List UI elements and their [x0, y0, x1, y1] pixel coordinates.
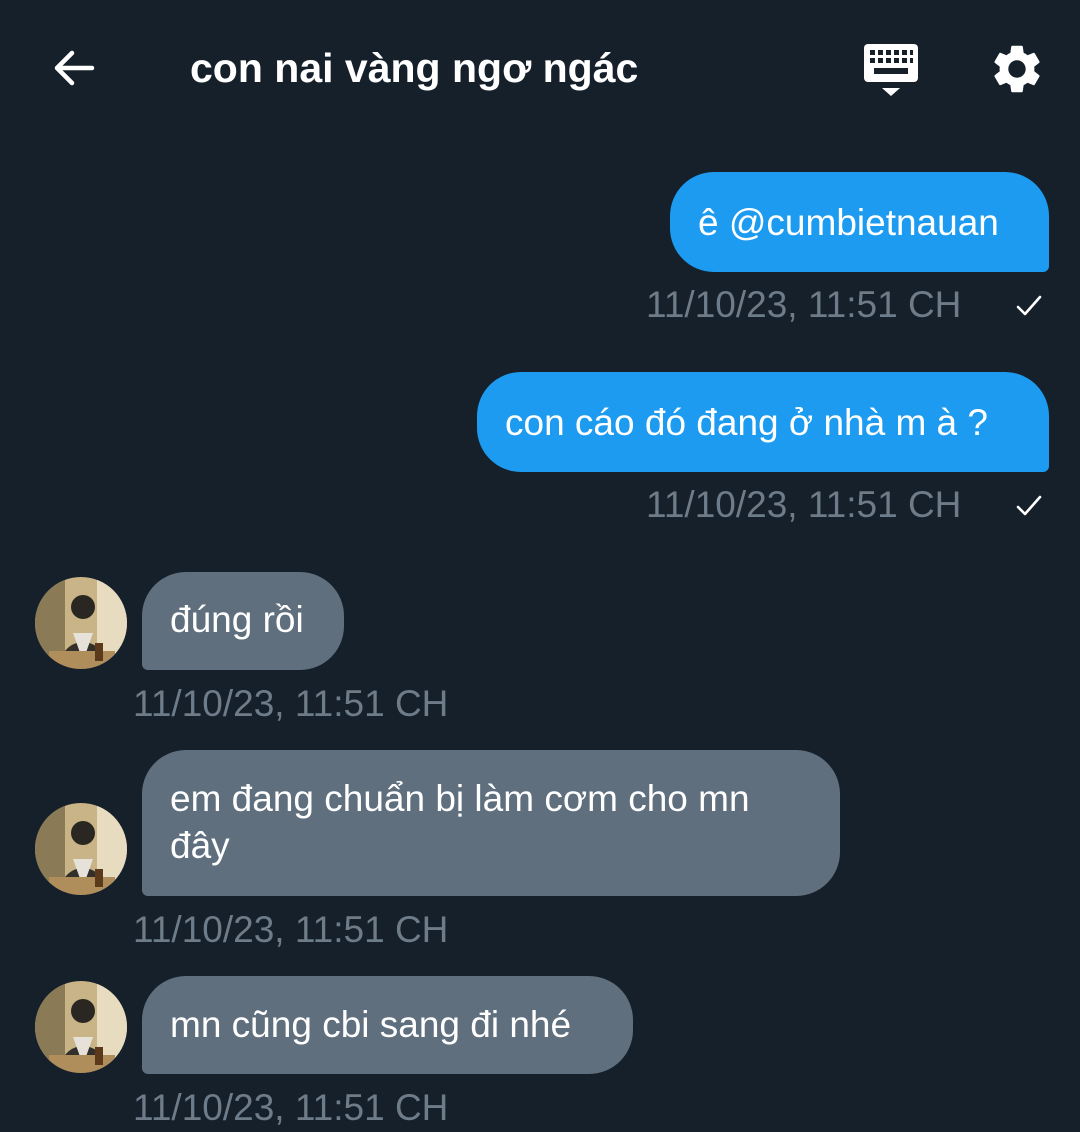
check-icon	[1016, 295, 1042, 316]
message-bubble-outgoing[interactable]: ê @cumbietnauan	[670, 172, 1049, 272]
message-timestamp: 11/10/23, 11:51 CH	[133, 683, 449, 724]
avatar[interactable]	[35, 577, 127, 669]
arrow-left-icon	[54, 50, 95, 86]
message-text-line-1: em đang chuẩn bị làm cơm cho mn	[170, 778, 750, 819]
message-timestamp: 11/10/23, 11:51 CH	[646, 284, 962, 325]
page-title: con nai vàng ngơ ngác	[190, 45, 639, 91]
message-text: mn cũng cbi sang đi nhé	[170, 1004, 572, 1045]
message-text: đúng rồi	[170, 599, 304, 640]
message-timestamp: 11/10/23, 11:51 CH	[646, 484, 962, 525]
back-button[interactable]	[46, 40, 102, 96]
message-text: ê @cumbietnauan	[698, 201, 999, 243]
avatar-photo	[35, 803, 127, 895]
message-timestamp: 11/10/23, 11:51 CH	[133, 1087, 449, 1128]
avatar[interactable]	[35, 803, 127, 895]
avatar-photo	[35, 981, 127, 1073]
message-text: con cáo đó đang ở nhà m à ?	[505, 401, 988, 443]
check-icon	[1016, 495, 1042, 516]
settings-button[interactable]	[988, 40, 1046, 98]
avatar-photo	[35, 577, 127, 669]
message-bubble-incoming[interactable]: đúng rồi	[142, 572, 344, 670]
keyboard-button[interactable]	[858, 38, 924, 102]
message-bubble-incoming[interactable]: em đang chuẩn bị làm cơm cho mn đây	[142, 750, 840, 896]
message-bubble-outgoing[interactable]: con cáo đó đang ở nhà m à ?	[477, 372, 1049, 472]
avatar[interactable]	[35, 981, 127, 1073]
message-text-line-2: đây	[170, 825, 230, 866]
gear-icon	[994, 45, 1040, 93]
message-bubble-incoming[interactable]: mn cũng cbi sang đi nhé	[142, 976, 633, 1074]
chat-header: con nai vàng ngơ ngác	[0, 0, 1080, 136]
keyboard-icon	[864, 44, 918, 96]
message-timestamp: 11/10/23, 11:51 CH	[133, 909, 449, 950]
